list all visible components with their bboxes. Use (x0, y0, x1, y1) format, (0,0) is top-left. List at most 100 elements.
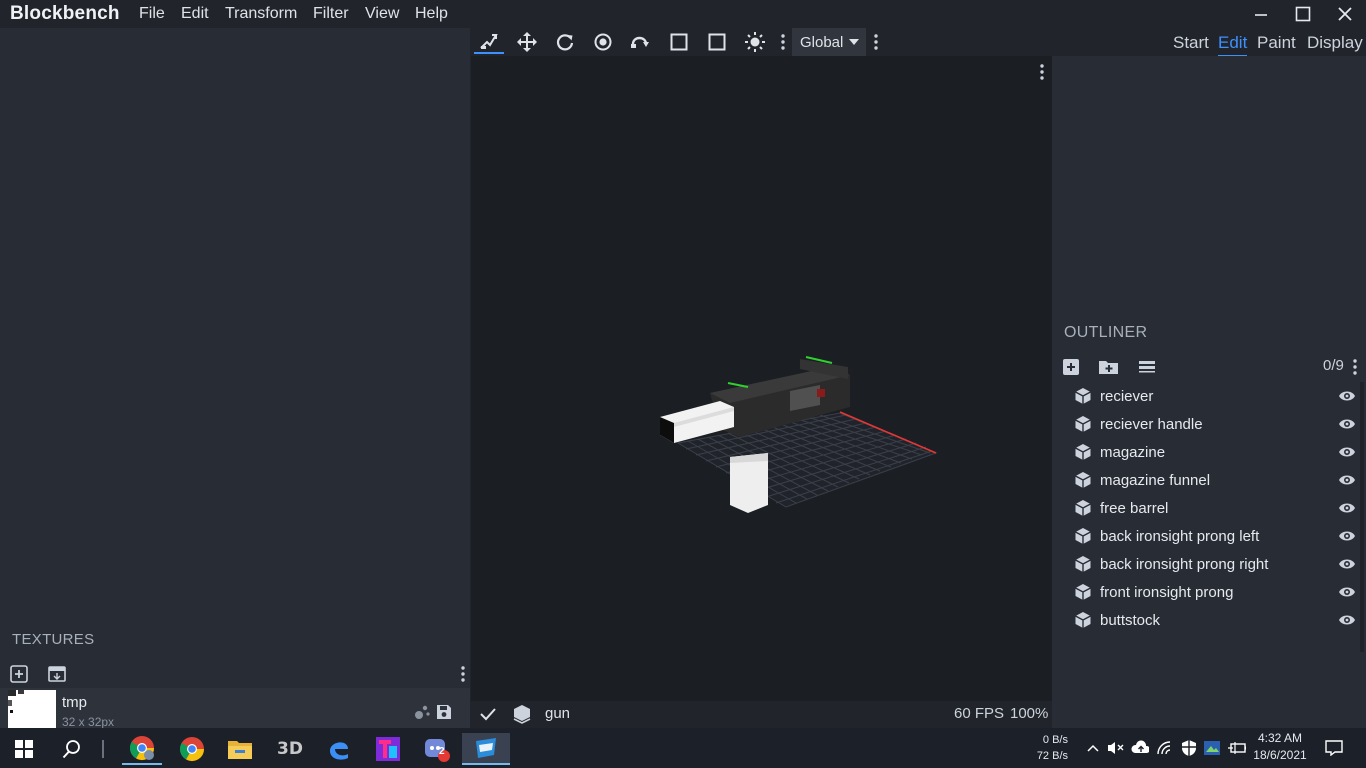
outliner-item[interactable]: magazine (1052, 438, 1358, 466)
move-tool-icon[interactable] (474, 30, 504, 54)
model-name: gun (545, 705, 571, 722)
cloud-upload-icon[interactable] (1131, 738, 1149, 758)
outliner-scrollbar[interactable] (1360, 382, 1364, 652)
clock-time[interactable]: 4:32 AM (1250, 731, 1310, 745)
edge-icon[interactable] (319, 733, 359, 765)
viewport-menu-icon[interactable] (1034, 62, 1050, 82)
outliner-item[interactable]: buttstock (1052, 606, 1358, 634)
pivot-icon[interactable] (588, 30, 618, 54)
tab-start[interactable]: Start (1173, 33, 1209, 53)
menu-transform[interactable]: Transform (225, 5, 297, 23)
maximize-icon[interactable] (1281, 2, 1325, 26)
vertex-snap-icon[interactable] (626, 30, 656, 54)
blockbench-icon[interactable] (462, 733, 510, 765)
outliner-item-label: magazine (1100, 443, 1166, 461)
tab-paint[interactable]: Paint (1257, 33, 1296, 53)
tab-display[interactable]: Display (1307, 33, 1363, 53)
3d-viewer-icon[interactable]: 3D (270, 733, 310, 765)
eye-icon[interactable] (1338, 500, 1356, 516)
transform-space-value: Global (800, 33, 844, 51)
discord-badge: 2 (439, 746, 445, 757)
display-icon[interactable] (1203, 738, 1221, 758)
minimize-icon[interactable] (1239, 2, 1283, 26)
file-explorer-icon[interactable] (220, 733, 260, 765)
outliner-header: OUTLINER (1064, 324, 1148, 341)
outliner-item[interactable]: magazine funnel (1052, 466, 1358, 494)
outliner-item[interactable]: back ironsight prong right (1052, 550, 1358, 578)
lighting-icon[interactable] (740, 30, 770, 54)
app-title: Blockbench (10, 3, 120, 24)
texture-name: tmp (62, 694, 88, 711)
menu-help[interactable]: Help (415, 5, 448, 23)
cube-icon (1074, 583, 1092, 601)
eye-icon[interactable] (1338, 416, 1356, 432)
outliner-menu-icon[interactable] (1352, 358, 1364, 376)
rotate-icon[interactable] (550, 30, 580, 54)
zoom-level: 100% (1010, 705, 1049, 722)
chrome-icon-2[interactable] (172, 733, 212, 765)
battery-icon[interactable] (1228, 738, 1246, 758)
eye-icon[interactable] (1338, 528, 1356, 544)
discord-icon[interactable]: 2 (417, 733, 457, 765)
eye-icon[interactable] (1338, 612, 1356, 628)
outliner-item[interactable]: free barrel (1052, 494, 1358, 522)
box-select-icon[interactable] (702, 30, 732, 54)
outliner-item-label: back ironsight prong left (1100, 527, 1260, 545)
toolbar-menu-icon-2[interactable] (869, 30, 883, 54)
cube-icon (1074, 555, 1092, 573)
cube-icon (1074, 415, 1092, 433)
outliner-list: reciever reciever handle magazine magazine … (1052, 382, 1358, 634)
outliner-item[interactable]: front ironsight prong (1052, 578, 1358, 606)
app-icon[interactable] (368, 733, 408, 765)
texture-particle-icon[interactable] (413, 703, 431, 721)
clock-date[interactable]: 18/6/2021 (1250, 748, 1310, 762)
move-arrows-icon[interactable] (512, 30, 542, 54)
menu-file[interactable]: File (139, 5, 165, 23)
outliner-item-label: magazine funnel (1100, 471, 1211, 489)
outliner-item[interactable]: back ironsight prong left (1052, 522, 1358, 550)
outliner-item-label: front ironsight prong (1100, 583, 1234, 601)
collapse-groups-icon[interactable] (1136, 357, 1158, 377)
eye-icon[interactable] (1338, 444, 1356, 460)
eye-icon[interactable] (1338, 556, 1356, 572)
add-cube-icon[interactable] (1060, 357, 1082, 377)
eye-icon[interactable] (1338, 584, 1356, 600)
close-icon[interactable] (1323, 2, 1366, 26)
fps-counter: 60 FPS (954, 705, 1005, 722)
volume-muted-icon[interactable] (1107, 738, 1125, 758)
menu-filter[interactable]: Filter (313, 5, 349, 23)
security-shield-icon[interactable] (1180, 738, 1198, 758)
network-download-speed: 72 B/s (1036, 750, 1068, 762)
outliner-item[interactable]: reciever handle (1052, 410, 1358, 438)
left-panel (0, 28, 470, 728)
wifi-icon[interactable] (1156, 738, 1174, 758)
search-icon[interactable] (52, 733, 92, 765)
start-icon[interactable] (4, 733, 44, 765)
cube-icon (1074, 387, 1092, 405)
gun-model-preview[interactable] (650, 345, 950, 529)
checkmark-icon[interactable] (479, 705, 497, 723)
add-texture-icon[interactable] (8, 664, 30, 684)
model-icon (512, 704, 532, 724)
texture-thumbnail (8, 690, 56, 728)
chrome-icon[interactable] (122, 733, 162, 765)
outliner-item-label: buttstock (1100, 611, 1161, 629)
menu-edit[interactable]: Edit (181, 5, 209, 23)
notification-icon[interactable] (1324, 738, 1344, 758)
toolbar-menu-icon[interactable] (776, 30, 790, 54)
outliner-item[interactable]: reciever (1052, 382, 1358, 410)
eye-icon[interactable] (1338, 388, 1356, 404)
outliner-item-label: back ironsight prong right (1100, 555, 1269, 573)
menu-view[interactable]: View (365, 5, 399, 23)
import-texture-icon[interactable] (46, 664, 68, 684)
add-group-icon[interactable] (1098, 357, 1120, 377)
resize-icon[interactable] (664, 30, 694, 54)
outliner-item-label: reciever (1100, 387, 1154, 405)
chevron-up-icon[interactable] (1084, 738, 1102, 758)
eye-icon[interactable] (1338, 472, 1356, 488)
save-texture-icon[interactable] (435, 703, 453, 721)
texture-size: 32 x 32px (62, 715, 115, 729)
transform-space-select[interactable]: Global (792, 28, 866, 56)
cube-icon (1074, 527, 1092, 545)
tab-edit[interactable]: Edit (1218, 33, 1248, 57)
